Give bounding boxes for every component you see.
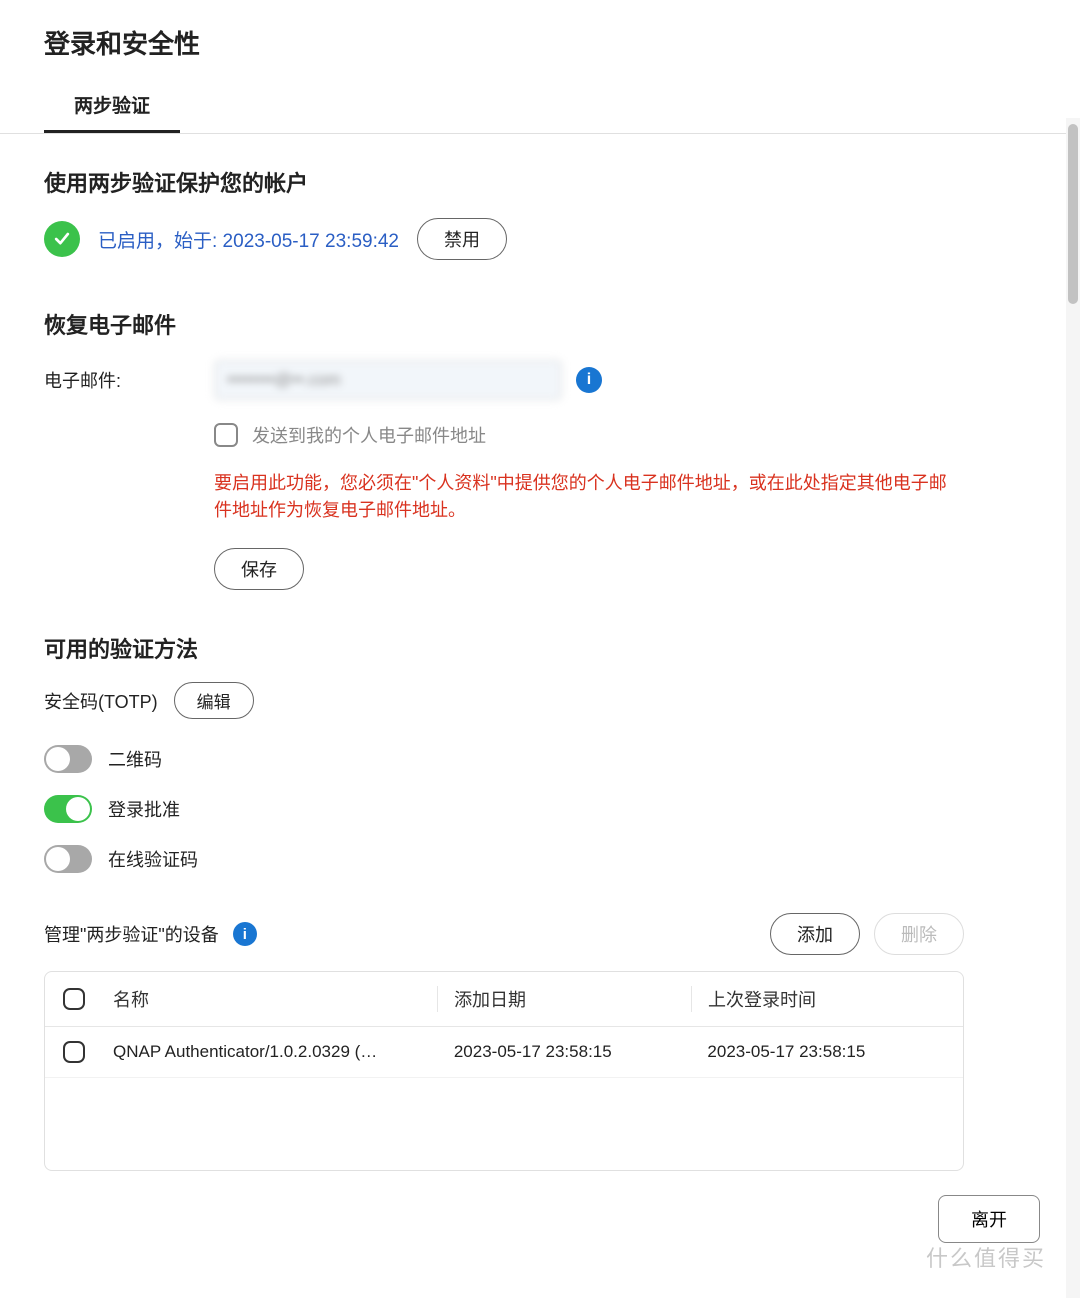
- section-recovery-title: 恢复电子邮件: [44, 308, 964, 340]
- save-button[interactable]: 保存: [214, 548, 304, 590]
- device-added-cell: 2023-05-17 23:58:15: [438, 1042, 692, 1062]
- enabled-status-text: 已启用，始于: 2023-05-17 23:59:42: [98, 226, 399, 253]
- scrollbar-thumb[interactable]: [1068, 124, 1078, 304]
- table-row[interactable]: QNAP Authenticator/1.0.2.0329 (… 2023-05…: [45, 1027, 963, 1078]
- info-icon[interactable]: i: [576, 367, 602, 393]
- col-header-added[interactable]: 添加日期: [437, 986, 691, 1012]
- device-last-login-cell: 2023-05-17 23:58:15: [691, 1042, 945, 1062]
- edit-totp-button[interactable]: 编辑: [174, 682, 254, 719]
- totp-label: 安全码(TOTP): [44, 688, 158, 714]
- devices-table: 名称 添加日期 上次登录时间 QNAP Authenticator/1.0.2.…: [44, 971, 964, 1171]
- email-label: 电子邮件:: [44, 367, 214, 393]
- toggle-qrcode-label: 二维码: [108, 746, 162, 772]
- page-title: 登录和安全性: [0, 0, 1080, 81]
- toggle-qrcode[interactable]: [44, 745, 92, 773]
- add-device-button[interactable]: 添加: [770, 913, 860, 955]
- section-methods-title: 可用的验证方法: [44, 632, 964, 664]
- recovery-warning-text: 要启用此功能，您必须在"个人资料"中提供您的个人电子邮件地址，或在此处指定其他电…: [214, 470, 964, 524]
- watermark: 什么值得买: [926, 1241, 1046, 1273]
- content-panel: 使用两步验证保护您的帐户 已启用，始于: 2023-05-17 23:59:42…: [0, 134, 1080, 1284]
- col-header-last-login[interactable]: 上次登录时间: [691, 986, 945, 1012]
- tab-two-step[interactable]: 两步验证: [44, 81, 180, 133]
- toggle-online-code[interactable]: [44, 845, 92, 873]
- email-input[interactable]: [214, 360, 562, 400]
- toggle-login-approval[interactable]: [44, 795, 92, 823]
- device-name-cell: QNAP Authenticator/1.0.2.0329 (…: [113, 1042, 438, 1062]
- check-icon: [44, 221, 80, 257]
- toggle-login-approval-label: 登录批准: [108, 796, 180, 822]
- delete-device-button[interactable]: 删除: [874, 913, 964, 955]
- send-personal-checkbox[interactable]: [214, 423, 238, 447]
- tabs: 两步验证: [0, 81, 1080, 134]
- info-icon[interactable]: i: [233, 922, 257, 946]
- section-protect-title: 使用两步验证保护您的帐户: [44, 166, 964, 198]
- devices-section-title: 管理"两步验证"的设备: [44, 921, 219, 947]
- leave-button[interactable]: 离开: [938, 1195, 1040, 1243]
- select-all-checkbox[interactable]: [63, 988, 85, 1010]
- row-checkbox[interactable]: [63, 1041, 85, 1063]
- send-personal-label: 发送到我的个人电子邮件地址: [252, 422, 486, 448]
- toggle-online-code-label: 在线验证码: [108, 846, 198, 872]
- col-header-name[interactable]: 名称: [113, 986, 437, 1012]
- disable-button[interactable]: 禁用: [417, 218, 507, 260]
- scrollbar[interactable]: [1066, 118, 1080, 1298]
